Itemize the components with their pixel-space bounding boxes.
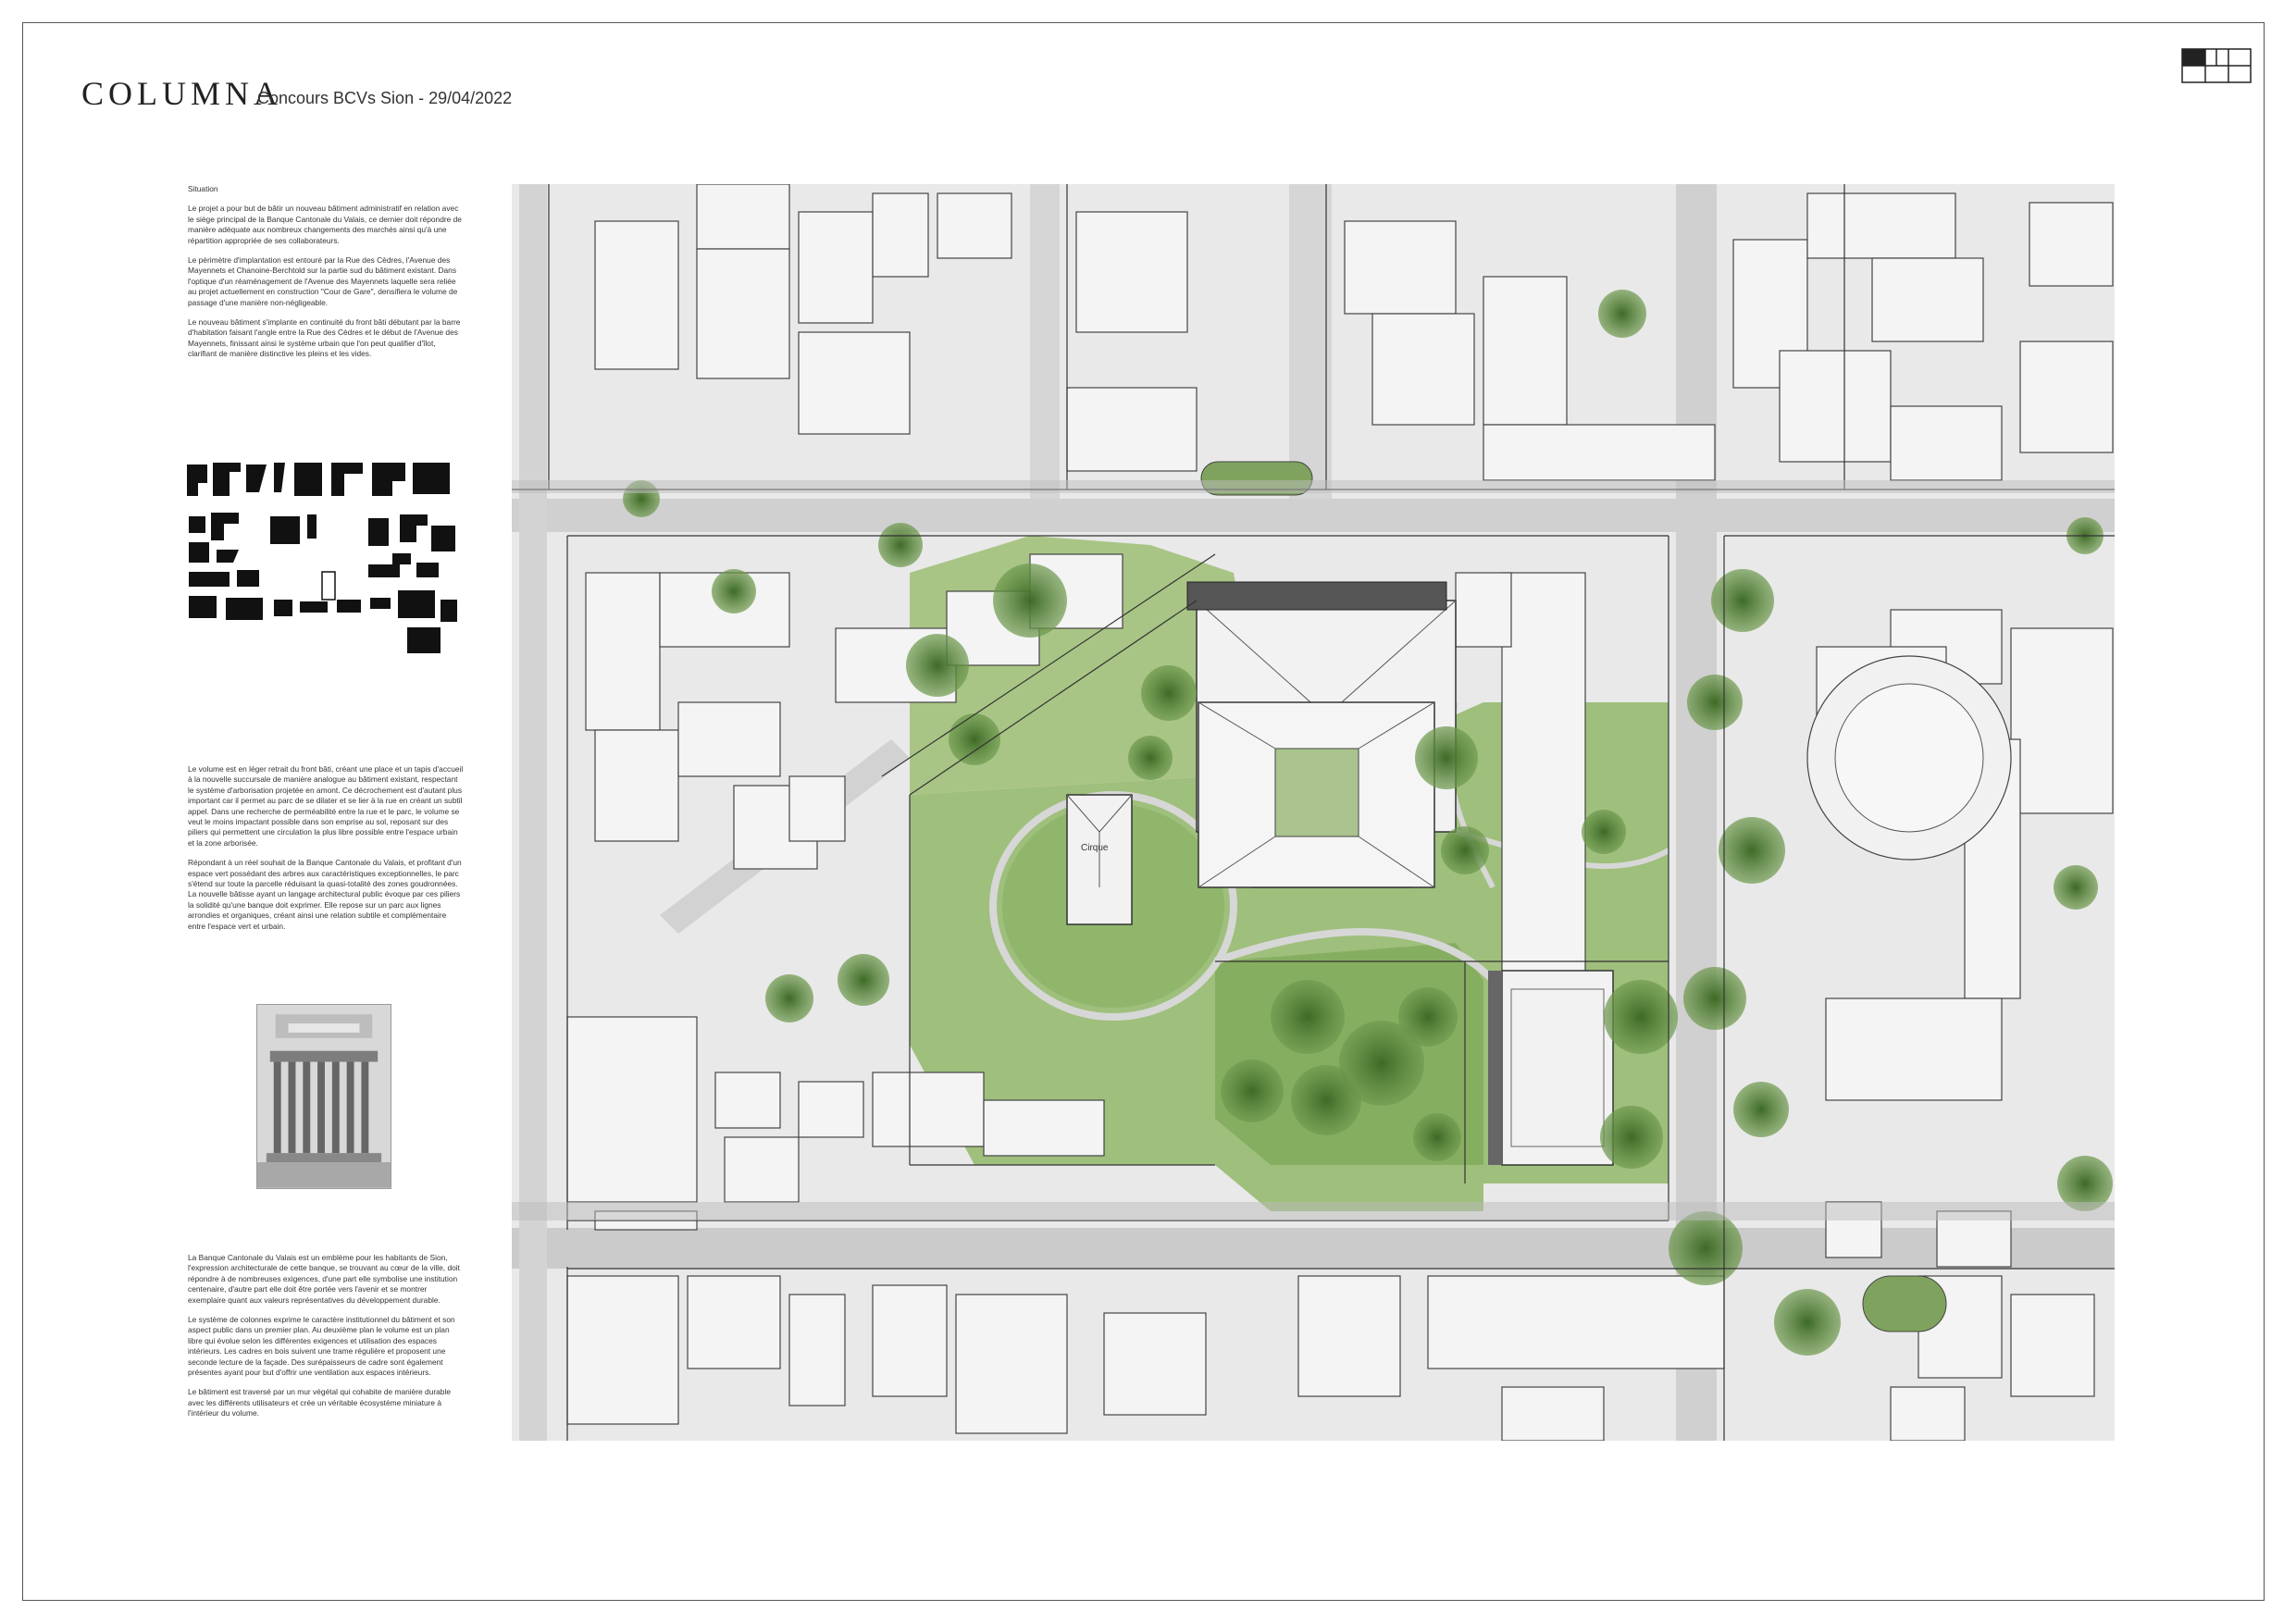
intro-heading: Situation — [188, 184, 218, 193]
site-plan: Cirque — [512, 184, 2115, 1441]
architecture-text: La Banque Cantonale du Valais est un emb… — [188, 1253, 465, 1429]
concept-paragraph: Répondant à un réel souhait de la Banque… — [188, 858, 462, 931]
subtitle: Concours BCVs Sion - 29/04/2022 — [257, 89, 513, 107]
concept-text: Le volume est en léger retrait du front … — [188, 764, 465, 941]
figure-ground-diagram — [187, 463, 457, 653]
intro-text: Situation Le projet a pour but de bâtir … — [188, 184, 465, 369]
intro-paragraph: Le projet a pour but de bâtir un nouveau… — [188, 204, 462, 245]
logo: COLUMNA — [81, 75, 283, 112]
intro-paragraph: Le périmètre d'implantation est entouré … — [188, 255, 458, 307]
grid-logo-icon — [2181, 48, 2252, 83]
architecture-paragraph: La Banque Cantonale du Valais est un emb… — [188, 1253, 460, 1305]
concept-paragraph: Le volume est en léger retrait du front … — [188, 764, 464, 848]
intro-paragraph: Le nouveau bâtiment s'implante en contin… — [188, 317, 461, 359]
park-label: Cirque — [1081, 843, 1109, 853]
new-bank-building — [1198, 701, 1435, 888]
column-reference-image — [256, 1004, 391, 1189]
architecture-paragraph: Le système de colonnes exprime le caract… — [188, 1315, 455, 1378]
site-plan-drawing: Cirque — [512, 184, 2115, 1441]
architecture-paragraph: Le bâtiment est traversé par un mur végé… — [188, 1387, 451, 1419]
